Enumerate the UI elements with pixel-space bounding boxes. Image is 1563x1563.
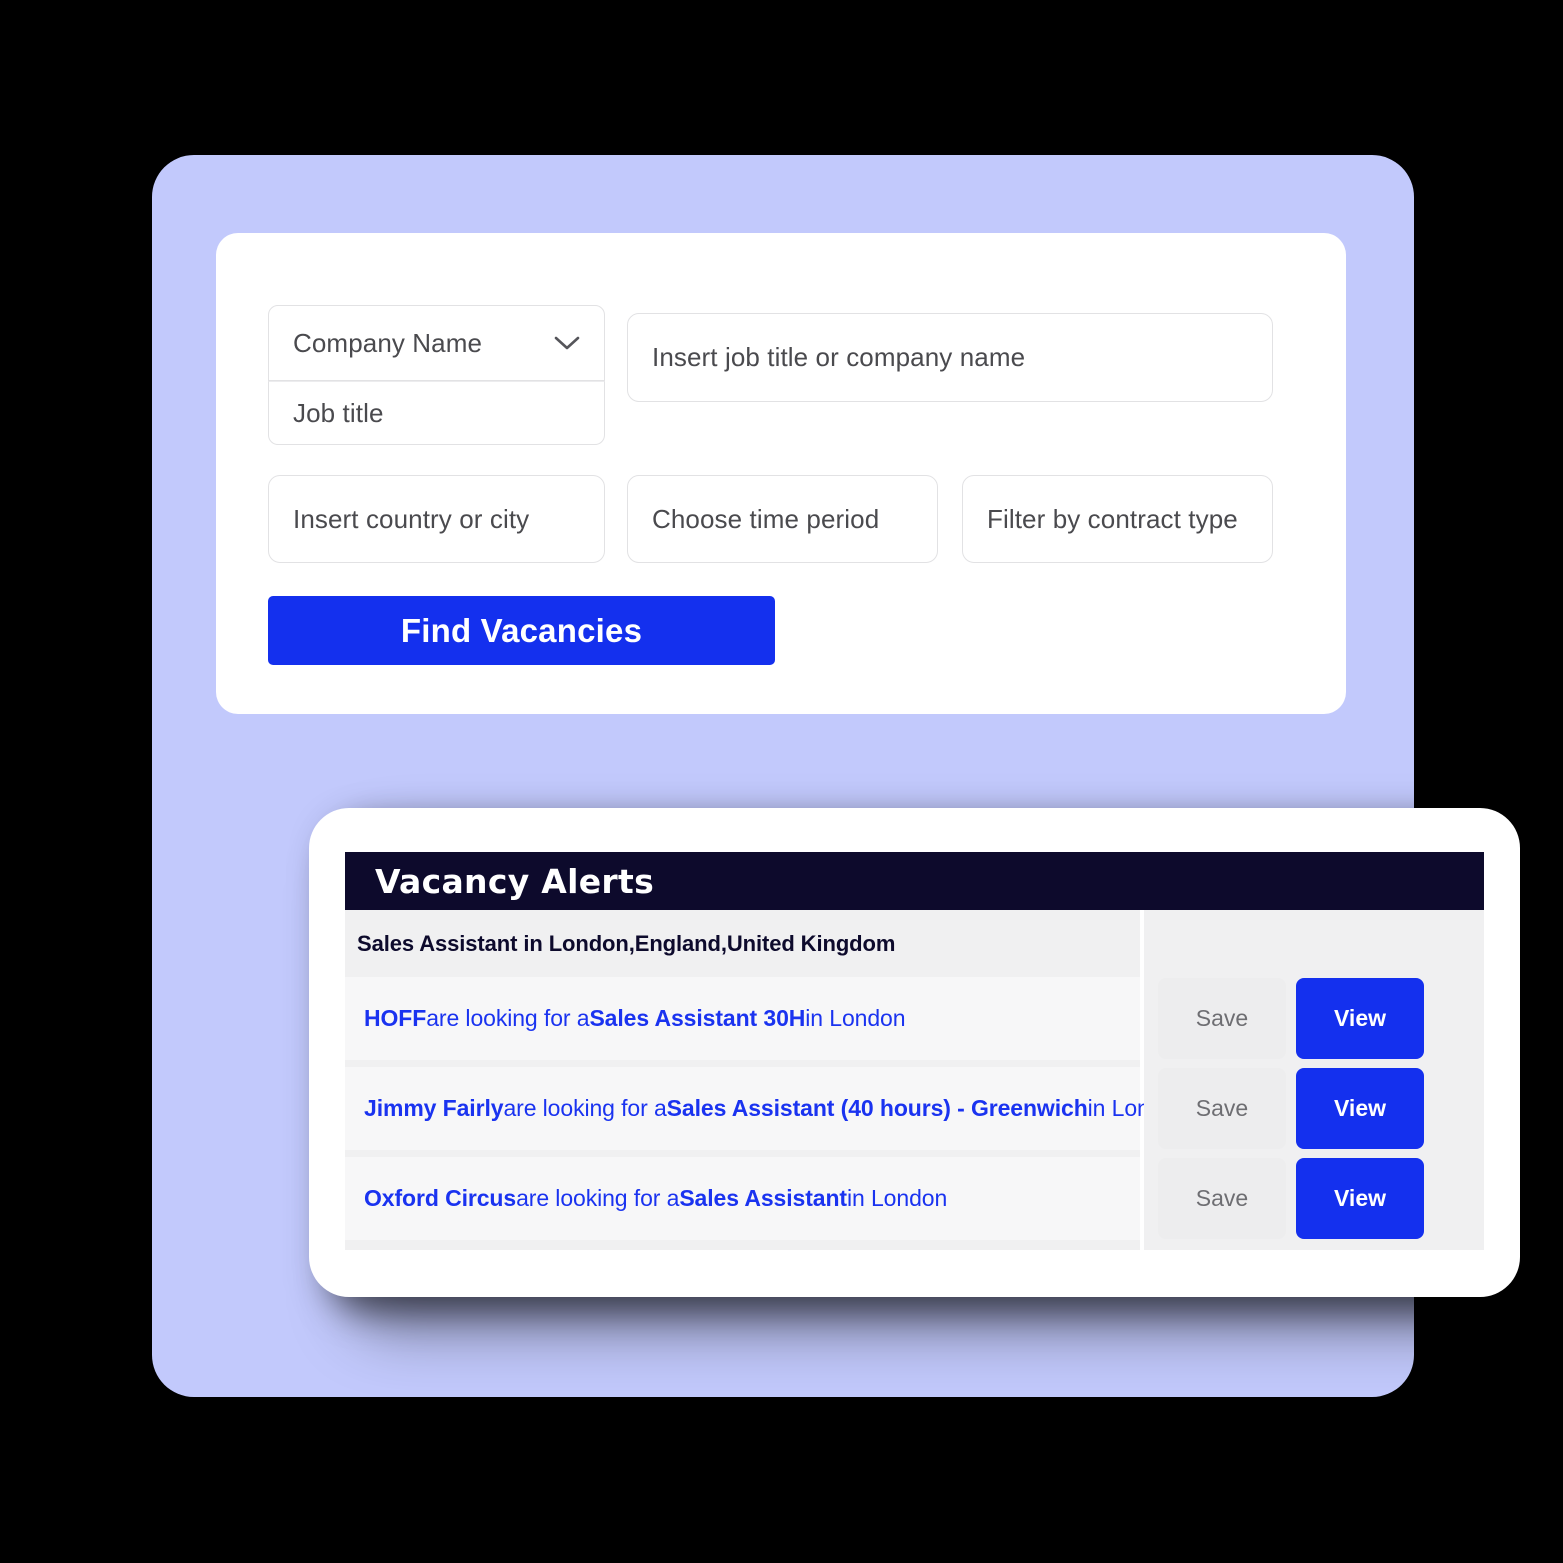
time-period-placeholder: Choose time period (652, 503, 880, 534)
vacancy-alerts-card: Vacancy Alerts Sales Assistant in London… (309, 808, 1520, 1297)
table-row[interactable]: Oxford Circus are looking for a Sales As… (345, 1157, 1140, 1240)
row-location-text: in London (847, 1185, 948, 1211)
row-location-text: in London (805, 1005, 906, 1031)
row-connector-text: are looking for a (426, 1005, 590, 1031)
vacancy-list-column: Sales Assistant in London,England,United… (345, 910, 1188, 1250)
save-button[interactable]: Save (1158, 1158, 1286, 1239)
view-button[interactable]: View (1296, 1068, 1424, 1149)
company-name-label: Oxford Circus (364, 1185, 517, 1211)
job-search-card: Company Name Job title Insert job title … (216, 233, 1346, 714)
vacancy-alerts-panel: Vacancy Alerts Sales Assistant in London… (345, 852, 1484, 1250)
table-row[interactable]: HOFF are looking for a Sales Assistant 3… (345, 977, 1140, 1060)
vacancy-actions-column: Save View Save View Save View (1144, 910, 1484, 1250)
row-actions: Save View (1144, 1067, 1484, 1150)
table-row[interactable]: Jimmy Fairly are looking for a Sales Ass… (345, 1067, 1188, 1150)
time-period-select[interactable]: Choose time period (627, 475, 938, 563)
job-title-label: Sales Assistant (679, 1185, 847, 1211)
keyword-placeholder: Insert job title or company name (652, 342, 1026, 372)
save-button[interactable]: Save (1158, 978, 1286, 1059)
save-button[interactable]: Save (1158, 1068, 1286, 1149)
row-actions: Save View (1144, 1157, 1484, 1240)
find-vacancies-button[interactable]: Find Vacancies (268, 596, 775, 665)
job-title-input[interactable]: Job title (268, 381, 605, 445)
job-title-label: Sales Assistant 30H (589, 1005, 806, 1031)
row-connector-text: are looking for a (516, 1185, 680, 1211)
company-name-label: Jimmy Fairly (364, 1095, 504, 1121)
company-name-label: HOFF (364, 1005, 427, 1031)
vacancy-alerts-header: Vacancy Alerts (345, 852, 1484, 910)
contract-type-placeholder: Filter by contract type (987, 503, 1238, 534)
job-title-label: Sales Assistant (40 hours) - Greenwich (666, 1095, 1088, 1121)
job-title-placeholder: Job title (293, 397, 384, 428)
vacancy-alerts-body: Sales Assistant in London,England,United… (345, 910, 1484, 1250)
row-actions: Save View (1144, 977, 1484, 1060)
location-placeholder: Insert country or city (293, 503, 530, 534)
view-button[interactable]: View (1296, 1158, 1424, 1239)
view-button[interactable]: View (1296, 978, 1424, 1059)
company-name-select[interactable]: Company Name (268, 305, 605, 381)
vacancy-search-summary: Sales Assistant in London,England,United… (345, 910, 1140, 977)
row-connector-text: are looking for a (503, 1095, 667, 1121)
chevron-down-icon (552, 334, 582, 352)
keyword-input[interactable]: Insert job title or company name (627, 313, 1273, 402)
company-name-value: Company Name (293, 327, 483, 358)
location-input[interactable]: Insert country or city (268, 475, 605, 563)
contract-type-select[interactable]: Filter by contract type (962, 475, 1273, 563)
page-title: Vacancy Alerts (375, 861, 655, 901)
